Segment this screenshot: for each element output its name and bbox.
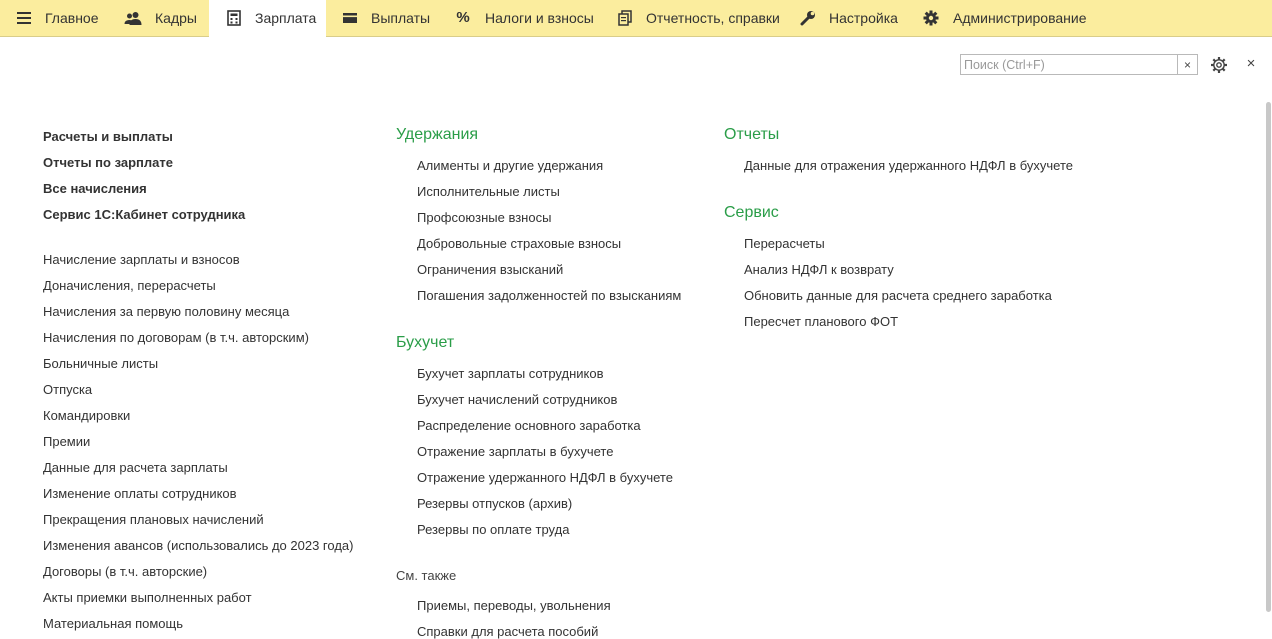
settings-gear-icon[interactable]: [1210, 56, 1228, 74]
list-item[interactable]: Анализ НДФЛ к возврату: [744, 262, 894, 277]
list-item[interactable]: Договоры (в т.ч. авторские): [43, 564, 207, 579]
tab-label: Выплаты: [371, 10, 431, 26]
tab-label: Настройка: [829, 10, 898, 26]
gear-icon: [923, 10, 939, 26]
wrench-icon: [800, 10, 816, 26]
list-item[interactable]: Премии: [43, 434, 90, 449]
list-item[interactable]: Данные для расчета зарплаты: [43, 460, 228, 475]
list-item[interactable]: Начисления по договорам (в т.ч. авторски…: [43, 330, 309, 345]
link-calculations-payments[interactable]: Расчеты и выплаты: [43, 129, 173, 144]
tab-taxes[interactable]: % Налоги и взносы: [440, 0, 602, 36]
tab-label: Налоги и взносы: [485, 10, 594, 26]
tab-label: Отчетность, справки: [646, 10, 780, 26]
list-item[interactable]: Бухучет начислений сотрудников: [417, 392, 617, 407]
list-item[interactable]: Профсоюзные взносы: [417, 210, 551, 225]
list-item[interactable]: Данные для отражения удержанного НДФЛ в …: [744, 158, 1073, 173]
list-item[interactable]: Резервы по оплате труда: [417, 522, 569, 537]
list-item[interactable]: Распределение основного заработка: [417, 418, 641, 433]
tab-settings[interactable]: Настройка: [785, 0, 907, 36]
tab-label: Главное: [45, 10, 99, 26]
menu-icon: [16, 10, 32, 26]
clear-search-button[interactable]: ×: [1177, 55, 1197, 74]
calculator-icon: [226, 10, 242, 26]
link-salary-reports[interactable]: Отчеты по зарплате: [43, 155, 173, 170]
vertical-scrollbar[interactable]: [1265, 100, 1272, 633]
list-item[interactable]: Прекращения плановых начислений: [43, 512, 264, 527]
tab-payments[interactable]: Выплаты: [326, 0, 440, 36]
list-item[interactable]: Доначисления, перерасчеты: [43, 278, 216, 293]
scrollbar-thumb[interactable]: [1266, 102, 1271, 612]
section-heading-accounting: Бухучет: [396, 334, 455, 351]
section-heading-reports: Отчеты: [724, 126, 780, 143]
list-item[interactable]: Изменение оплаты сотрудников: [43, 486, 237, 501]
percent-icon: %: [456, 9, 470, 26]
list-item[interactable]: Больничные листы: [43, 356, 158, 371]
list-item[interactable]: Алименты и другие удержания: [417, 158, 603, 173]
section-bar: Главное Кадры Зарплата Выплаты % Налоги …: [0, 0, 1272, 37]
tab-label: Кадры: [155, 10, 197, 26]
list-item[interactable]: Бухучет зарплаты сотрудников: [417, 366, 603, 381]
link-all-accruals[interactable]: Все начисления: [43, 181, 147, 196]
list-item[interactable]: Отпуска: [43, 382, 92, 397]
list-item[interactable]: Исполнительные листы: [417, 184, 560, 199]
search-box: ×: [960, 54, 1198, 75]
list-item[interactable]: Ограничения взысканий: [417, 262, 563, 277]
section-heading-deductions: Удержания: [396, 126, 479, 143]
tab-administration[interactable]: Администрирование: [907, 0, 1095, 36]
list-item[interactable]: Обновить данные для расчета среднего зар…: [744, 288, 1052, 303]
list-item[interactable]: Погашения задолженностей по взысканиям: [417, 288, 681, 303]
wallet-icon: [342, 10, 358, 26]
list-item[interactable]: Резервы отпусков (архив): [417, 496, 572, 511]
documents-icon: [617, 10, 633, 26]
tab-main[interactable]: Главное: [0, 0, 108, 36]
list-item[interactable]: Отражение зарплаты в бухучете: [417, 444, 613, 459]
users-icon: [124, 10, 142, 26]
list-item[interactable]: Командировки: [43, 408, 130, 423]
search-input[interactable]: [961, 55, 1180, 74]
list-item[interactable]: Пересчет планового ФОТ: [744, 314, 898, 329]
list-item[interactable]: Приемы, переводы, увольнения: [417, 598, 611, 613]
tab-hr[interactable]: Кадры: [108, 0, 208, 36]
list-item[interactable]: Акты приемки выполненных работ: [43, 590, 252, 605]
tab-label: Администрирование: [953, 10, 1087, 26]
section-heading-service: Сервис: [724, 204, 779, 221]
link-employee-cabinet[interactable]: Сервис 1С:Кабинет сотрудника: [43, 207, 245, 222]
list-item[interactable]: Материальная помощь: [43, 616, 183, 631]
list-item[interactable]: Начисление зарплаты и взносов: [43, 252, 240, 267]
list-item[interactable]: Добровольные страховые взносы: [417, 236, 621, 251]
tab-label: Зарплата: [255, 10, 317, 26]
list-item[interactable]: Перерасчеты: [744, 236, 825, 251]
section-heading-see-also: См. также: [396, 568, 457, 583]
tab-reports[interactable]: Отчетность, справки: [602, 0, 785, 36]
close-icon[interactable]: ×: [1244, 56, 1258, 72]
tab-salary[interactable]: Зарплата: [209, 0, 326, 37]
list-item[interactable]: Отражение удержанного НДФЛ в бухучете: [417, 470, 673, 485]
list-item[interactable]: Справки для расчета пособий: [417, 624, 598, 639]
list-item[interactable]: Начисления за первую половину месяца: [43, 304, 289, 319]
list-item[interactable]: Изменения авансов (использовались до 202…: [43, 538, 353, 553]
